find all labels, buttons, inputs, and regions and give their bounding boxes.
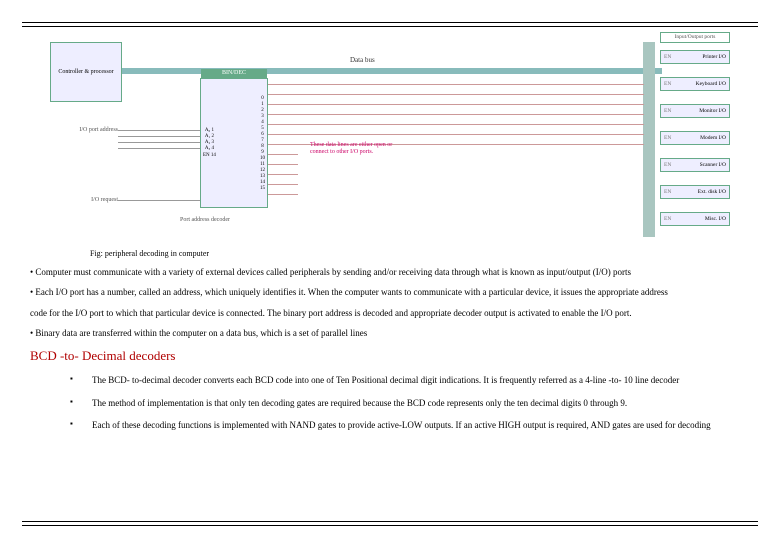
bindec-pin-right: 12 — [260, 168, 265, 173]
bindec-pin-right: 6 — [260, 132, 265, 137]
io-vertical-bus — [643, 42, 655, 237]
bindec-pin-right: 14 — [260, 180, 265, 185]
io-device-block: EN Ext. disk I/O — [660, 185, 730, 199]
bindec-pin-right: 3 — [260, 114, 265, 119]
figure-caption: Fig: peripheral decoding in computer — [90, 248, 762, 261]
data-bus-label: Data bus — [350, 56, 375, 64]
io-device-block: EN Misc. I/O — [660, 212, 730, 226]
io-device-name: Modem I/O — [700, 135, 726, 141]
bindec-pin-left: A₃ 4 — [203, 146, 216, 151]
bindec-pin-right: 1 — [260, 102, 265, 107]
io-device-name: Ext. disk I/O — [698, 189, 726, 195]
io-device-block: EN Monitor I/O — [660, 104, 730, 118]
io-ports-header: Input/Output ports — [660, 32, 730, 43]
io-request-label: I/O request — [50, 197, 118, 203]
io-device-block: EN Keyboard I/O — [660, 77, 730, 91]
bcd-heading: BCD -to- Decimal decoders — [30, 346, 762, 367]
io-device-en: EN — [664, 162, 671, 168]
io-device-en: EN — [664, 189, 671, 195]
bcd-bullet-2: The method of implementation is that onl… — [70, 396, 762, 410]
io-device-name: Printer I/O — [702, 54, 726, 60]
paragraph-3: • Binary data are transferred within the… — [30, 326, 762, 340]
bindec-pin-right: 0 — [260, 96, 265, 101]
bindec-right-pins: 0123456789101112131415 — [260, 96, 265, 191]
bindec-pin-right: 7 — [260, 138, 265, 143]
paragraph-2a: • Each I/O port has a number, called an … — [30, 285, 762, 299]
io-device-name: Keyboard I/O — [696, 81, 726, 87]
bindec-pin-right: 4 — [260, 120, 265, 125]
bindec-pin-right: 9 — [260, 150, 265, 155]
bcd-bullet-3: Each of these decoding functions is impl… — [70, 418, 762, 432]
io-device-en: EN — [664, 54, 671, 60]
io-device-name: Misc. I/O — [705, 216, 726, 222]
io-device-block: EN Printer I/O — [660, 50, 730, 64]
bcd-bullet-1: The BCD- to-decimal decoder converts eac… — [70, 373, 762, 387]
cpu-block: Controller & processor — [50, 42, 122, 102]
paragraph-1: • Computer must communicate with a varie… — [30, 265, 762, 279]
port-address-label: I/O port address — [50, 127, 118, 133]
data-lines-note: These data lines are either open or conn… — [310, 142, 400, 155]
io-device-name: Scanner I/O — [700, 162, 726, 168]
bindec-pin-right: 13 — [260, 174, 265, 179]
bindec-pin-right: 10 — [260, 156, 265, 161]
bindec-pin-right: 8 — [260, 144, 265, 149]
paragraph-2b: code for the I/O port to which that part… — [30, 306, 762, 320]
bin-dec-decoder-block: BIN/DEC A₀ 1A₁ 2A₂ 3A₃ 4 EN 14 012345678… — [200, 78, 268, 208]
bindec-pin-right: 11 — [260, 162, 265, 167]
io-device-en: EN — [664, 108, 671, 114]
peripheral-decoding-diagram: Controller & processor Data bus I/O port… — [50, 32, 730, 242]
bindec-pin-right: 5 — [260, 126, 265, 131]
bin-dec-title: BIN/DEC — [201, 69, 267, 78]
bindec-left-pins: A₀ 1A₁ 2A₂ 3A₃ 4 EN 14 — [203, 128, 216, 158]
io-device-block: EN Scanner I/O — [660, 158, 730, 172]
io-device-en: EN — [664, 216, 671, 222]
io-device-name: Monitor I/O — [699, 108, 726, 114]
bindec-pin-left: A₁ 2 — [203, 134, 216, 139]
io-device-block: EN Modem I/O — [660, 131, 730, 145]
bindec-pin-left: EN 14 — [203, 153, 216, 158]
port-decoder-label: Port address decoder — [180, 217, 230, 223]
bindec-pin-left: A₀ 1 — [203, 128, 216, 133]
io-device-en: EN — [664, 81, 671, 87]
bindec-pin-right: 15 — [260, 186, 265, 191]
bindec-pin-left: A₂ 3 — [203, 140, 216, 145]
io-device-en: EN — [664, 135, 671, 141]
bindec-pin-right: 2 — [260, 108, 265, 113]
